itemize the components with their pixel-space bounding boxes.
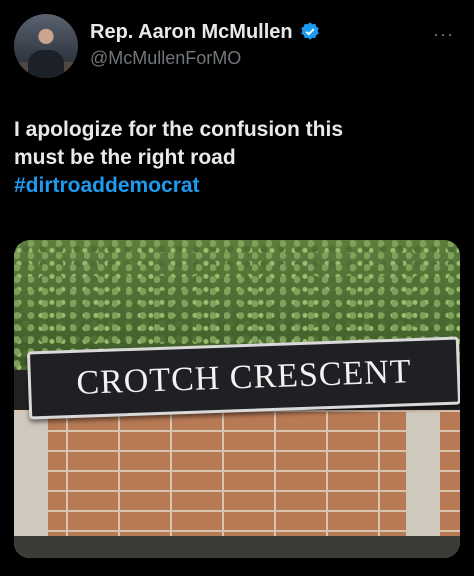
photo-ground (14, 536, 460, 558)
avatar[interactable] (14, 14, 78, 78)
author-info: Rep. Aaron McMullen @McMullenForMO (90, 20, 321, 70)
author-display-name[interactable]: Rep. Aaron McMullen (90, 20, 293, 44)
tweet-text: I apologize for the confusion this must … (14, 116, 454, 200)
tweet-header: Rep. Aaron McMullen @McMullenForMO ··· (14, 14, 460, 78)
more-options-icon[interactable]: ··· (433, 24, 454, 45)
author-handle[interactable]: @McMullenForMO (90, 46, 321, 70)
tweet-text-line-2: must be the right road (14, 146, 236, 169)
avatar-figure (28, 50, 64, 78)
street-sign: CROTCH CRESCENT (26, 336, 460, 420)
tweet-text-line-1: I apologize for the confusion this (14, 118, 343, 141)
hashtag-link[interactable]: #dirtroaddemocrat (14, 172, 454, 200)
author-name-row[interactable]: Rep. Aaron McMullen (90, 20, 321, 44)
verified-badge-icon (300, 22, 319, 40)
street-sign-text: CROTCH CRESCENT (75, 353, 413, 402)
tweet-photo[interactable]: CROTCH CRESCENT (14, 240, 460, 558)
